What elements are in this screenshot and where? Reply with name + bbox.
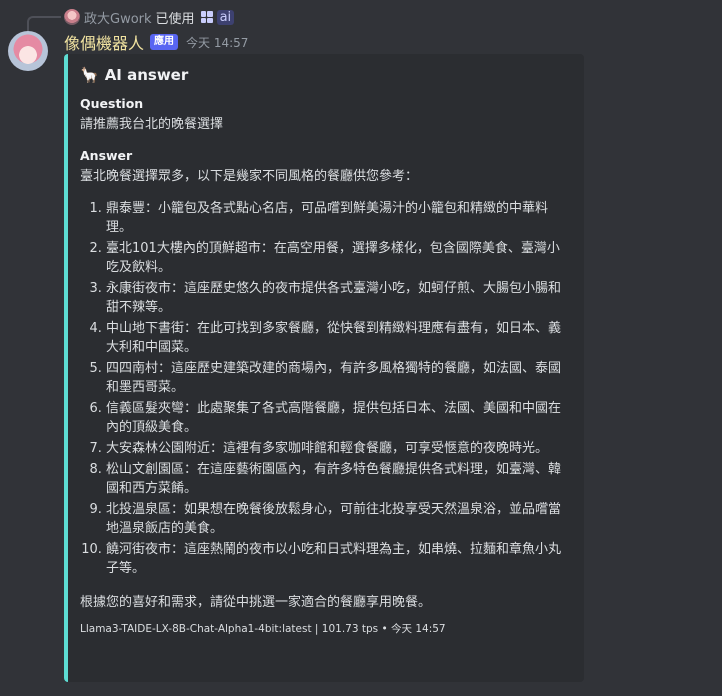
answer-closing: 根據您的喜好和需求，請從中挑選一家適合的餐廳享用晚餐。: [80, 595, 432, 610]
list-item: 四四南村：這座歷史建築改建的商場內，有許多風格獨特的餐廳，如法國、泰國和墨西哥菜…: [106, 359, 568, 397]
command-name[interactable]: ai: [216, 9, 235, 25]
reply-context[interactable]: 政大Gwork 已使用 ai: [64, 6, 235, 28]
message-header: 像偶機器人 應用 今天 14:57: [64, 30, 248, 54]
question-label: Question: [80, 96, 144, 111]
list-item: 饒河街夜市：這座熱鬧的夜市以小吃和日式料理為主，如串燒、拉麵和章魚小丸子等。: [106, 540, 568, 578]
bot-name[interactable]: 像偶機器人: [64, 30, 144, 54]
list-item: 信義區髮夾彎：此處聚集了各式高階餐廳，提供包括日本、法國、美國和中國在內的頂級美…: [106, 399, 568, 437]
embed-footer: Llama3-TAIDE-LX-8B-Chat-Alpha1-4bit:late…: [80, 623, 446, 635]
reply-username[interactable]: 政大Gwork: [84, 8, 152, 27]
restaurant-list: 鼎泰豐：小籠包及各式點心名店，可品嚐到鮮美湯汁的小籠包和精緻的中華料理。 臺北1…: [80, 199, 568, 578]
list-item: 鼎泰豐：小籠包及各式點心名店，可品嚐到鮮美湯汁的小籠包和精緻的中華料理。: [106, 199, 568, 237]
reply-avatar[interactable]: [64, 9, 80, 25]
command-icon: [200, 11, 213, 23]
llama-icon: 🦙: [80, 66, 99, 84]
reply-used-label: 已使用: [155, 11, 195, 27]
app-badge: 應用: [150, 34, 179, 50]
question-text: 請推薦我台北的晚餐選擇: [80, 117, 224, 132]
list-item: 永康街夜市：這座歷史悠久的夜市提供各式臺灣小吃，如蚵仔煎、大腸包小腸和甜不辣等。: [106, 279, 568, 317]
list-item: 臺北101大樓內的頂鮮超市：在高空用餐，選擇多樣化，包含國際美食、臺灣小吃及飲料…: [106, 239, 568, 277]
bot-avatar[interactable]: [8, 31, 48, 71]
list-item: 松山文創園區：在這座藝術園區內，有許多特色餐廳提供各式料理，如臺灣、韓國和西方菜…: [106, 460, 568, 498]
list-item: 大安森林公園附近：這裡有多家咖啡館和輕食餐廳，可享受愜意的夜晚時光。: [106, 439, 568, 458]
answer-intro: 臺北晚餐選擇眾多，以下是幾家不同風格的餐廳供您參考：: [80, 169, 419, 184]
reply-connector: [27, 16, 61, 32]
answer-label: Answer: [80, 148, 133, 163]
embed-title-row: 🦙 AI answer: [80, 66, 568, 84]
list-item: 中山地下書街：在此可找到多家餐廳，從快餐到精緻料理應有盡有，如日本、義大利和中國…: [106, 319, 568, 357]
ai-answer-embed: 🦙 AI answer Question 請推薦我台北的晚餐選擇 Answer …: [64, 54, 584, 682]
message-timestamp: 今天 14:57: [186, 35, 249, 50]
embed-title: AI answer: [104, 66, 189, 84]
list-item: 北投溫泉區：如果想在晚餐後放鬆身心，可前往北投享受天然溫泉浴，並品嚐當地溫泉飯店…: [106, 500, 568, 538]
